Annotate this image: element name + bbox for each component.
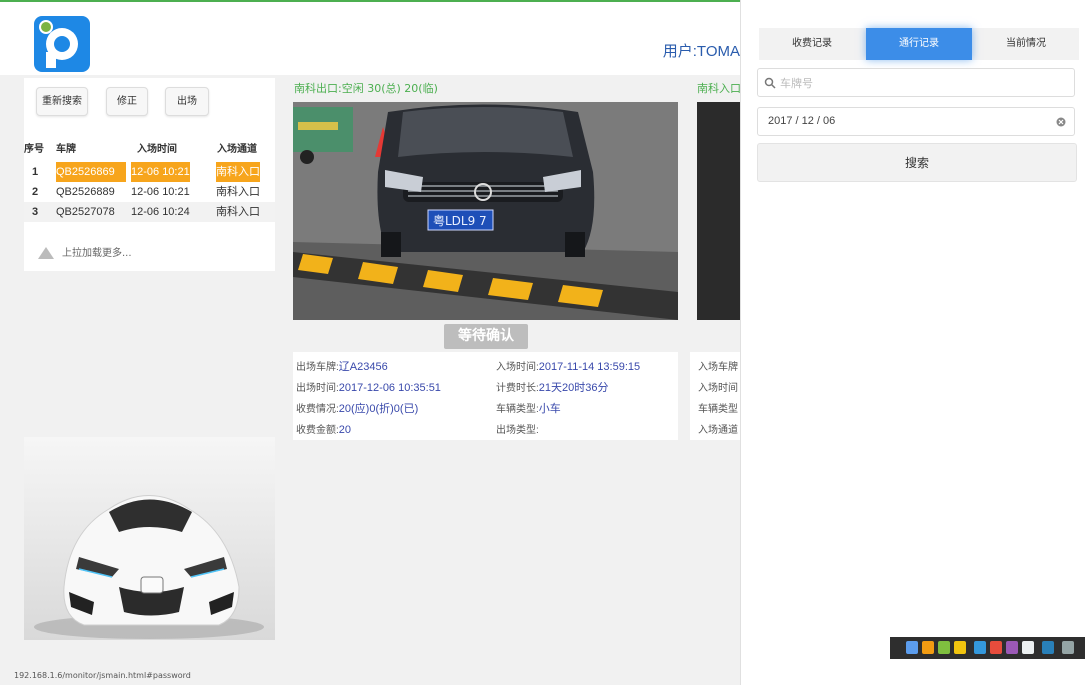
row-plate: QB2526889 [56,186,115,198]
date-value: 2017 / 12 / 06 [768,115,836,127]
refresh-search-button[interactable]: 重新搜索 [36,87,88,116]
exit-camera-photo: 粤LDL9 7 [293,102,678,320]
status-bar-url: 192.168.1.6/monitor/jsmain.html#password [14,671,191,680]
entry-camera-photo [697,102,740,320]
tray-app-icon[interactable] [1042,641,1054,654]
date-picker-field[interactable]: 2017 / 12 / 06 [757,107,1075,136]
white-car-illustration [34,495,264,639]
tray-app-icon[interactable] [990,641,1002,654]
tray-app-icon[interactable] [906,641,918,654]
arrow-up-icon [38,247,54,259]
entry-list-panel: 重新搜索 修正 出场 序号 车牌 入场时间 入场通道 1 QB2526869 1… [24,78,275,271]
record-search-panel: 收费记录 通行记录 当前情况 2017 / 12 / 06 搜索 [740,0,1085,685]
vehicle-photo [24,437,275,640]
load-more[interactable]: 上拉加载更多... [38,244,132,259]
vehicle-type-field: 车辆类型:小车 [496,403,561,415]
fee-amount-field: 收费金额:20 [296,424,352,436]
user-label: 用户:TOMA [662,43,740,60]
fee-status-field: 收费情况:20(应)0(折)0(已) [296,403,419,415]
tab-fee-records[interactable]: 收费记录 [759,28,865,60]
top-bar: 用户:TOMA [0,0,740,75]
exit-plate-field: 出场车牌:辽A23456 [296,361,388,373]
system-tray [890,637,1085,659]
tray-app-icon[interactable] [1022,641,1034,654]
row-plate: QB2527078 [56,206,115,218]
row-index: 2 [32,186,39,198]
clear-icon[interactable] [1056,117,1066,127]
entry-time-field: 入场时间:2017-11-14 13:59:15 [496,361,641,373]
tray-app-icon[interactable] [1062,641,1074,654]
plate-search-input[interactable] [778,74,1062,94]
entry-channel-title: 南科入口 [697,82,740,95]
row-channel: 南科入口 [216,186,260,198]
row-channel: 南科入口 [216,206,260,218]
load-more-label: 上拉加载更多... [62,248,132,259]
entry-plate-label: 入场车牌 [698,362,738,373]
column-header-entry-time: 入场时间 [137,144,177,155]
row-index: 3 [32,206,39,218]
tray-app-icon[interactable] [938,641,950,654]
row-channel: 南科入口 [216,162,260,182]
exit-type-field: 出场类型: [496,425,539,436]
row-time: 12-06 10:21 [131,186,190,198]
duration-field: 计费时长:21天20时36分 [496,382,609,394]
search-icon [764,77,776,89]
tray-app-icon[interactable] [974,641,986,654]
row-time: 12-06 10:21 [131,162,190,182]
black-sedan-illustration: 粤LDL9 7 [293,102,678,320]
tray-app-icon[interactable] [1006,641,1018,654]
row-plate: QB2526869 [56,162,126,182]
tab-current-status[interactable]: 当前情况 [973,28,1079,60]
tray-app-icon[interactable] [922,641,934,654]
table-row[interactable]: 1 QB2526869 12-06 10:21 南科入口 [24,162,275,182]
column-header-plate: 车牌 [56,144,76,155]
tab-pass-records[interactable]: 通行记录 [866,28,972,60]
row-time: 12-06 10:24 [131,206,190,218]
wait-confirm-button[interactable]: 等待确认 [444,324,528,349]
entry-time-label: 入场时间 [698,383,738,394]
plate-search-field [757,68,1075,97]
entry-channel-label: 入场通道 [698,425,738,436]
exit-button[interactable]: 出场 [165,87,209,116]
exit-info-panel: 出场车牌:辽A23456 入场时间:2017-11-14 13:59:15 出场… [293,352,678,440]
license-plate-text: 粤LDL9 7 [433,213,487,228]
parking-logo-icon [34,16,90,72]
record-tabs: 收费记录 通行记录 当前情况 [759,28,1079,60]
table-row[interactable]: 2 QB2526889 12-06 10:21 南科入口 [24,182,275,202]
app-main-area: 用户:TOMA 重新搜索 修正 出场 序号 车牌 入场时间 入场通道 1 QB2… [0,0,740,685]
entry-vehicle-type-label: 车辆类型 [698,404,738,415]
table-row[interactable]: 3 QB2527078 12-06 10:24 南科入口 [24,202,275,222]
correct-button[interactable]: 修正 [106,87,148,116]
column-header-channel: 入场通道 [217,144,257,155]
tray-app-icon[interactable] [954,641,966,654]
search-button[interactable]: 搜索 [757,143,1077,182]
column-header-index: 序号 [24,144,44,155]
entry-info-panel: 入场车牌 入场时间 车辆类型 入场通道 [690,352,740,440]
exit-time-field: 出场时间:2017-12-06 10:35:51 [296,382,441,394]
table-header: 序号 车牌 入场时间 入场通道 [24,140,275,158]
exit-channel-title: 南科出口:空闲 30(总) 20(临) [294,82,438,95]
row-index: 1 [32,166,39,178]
